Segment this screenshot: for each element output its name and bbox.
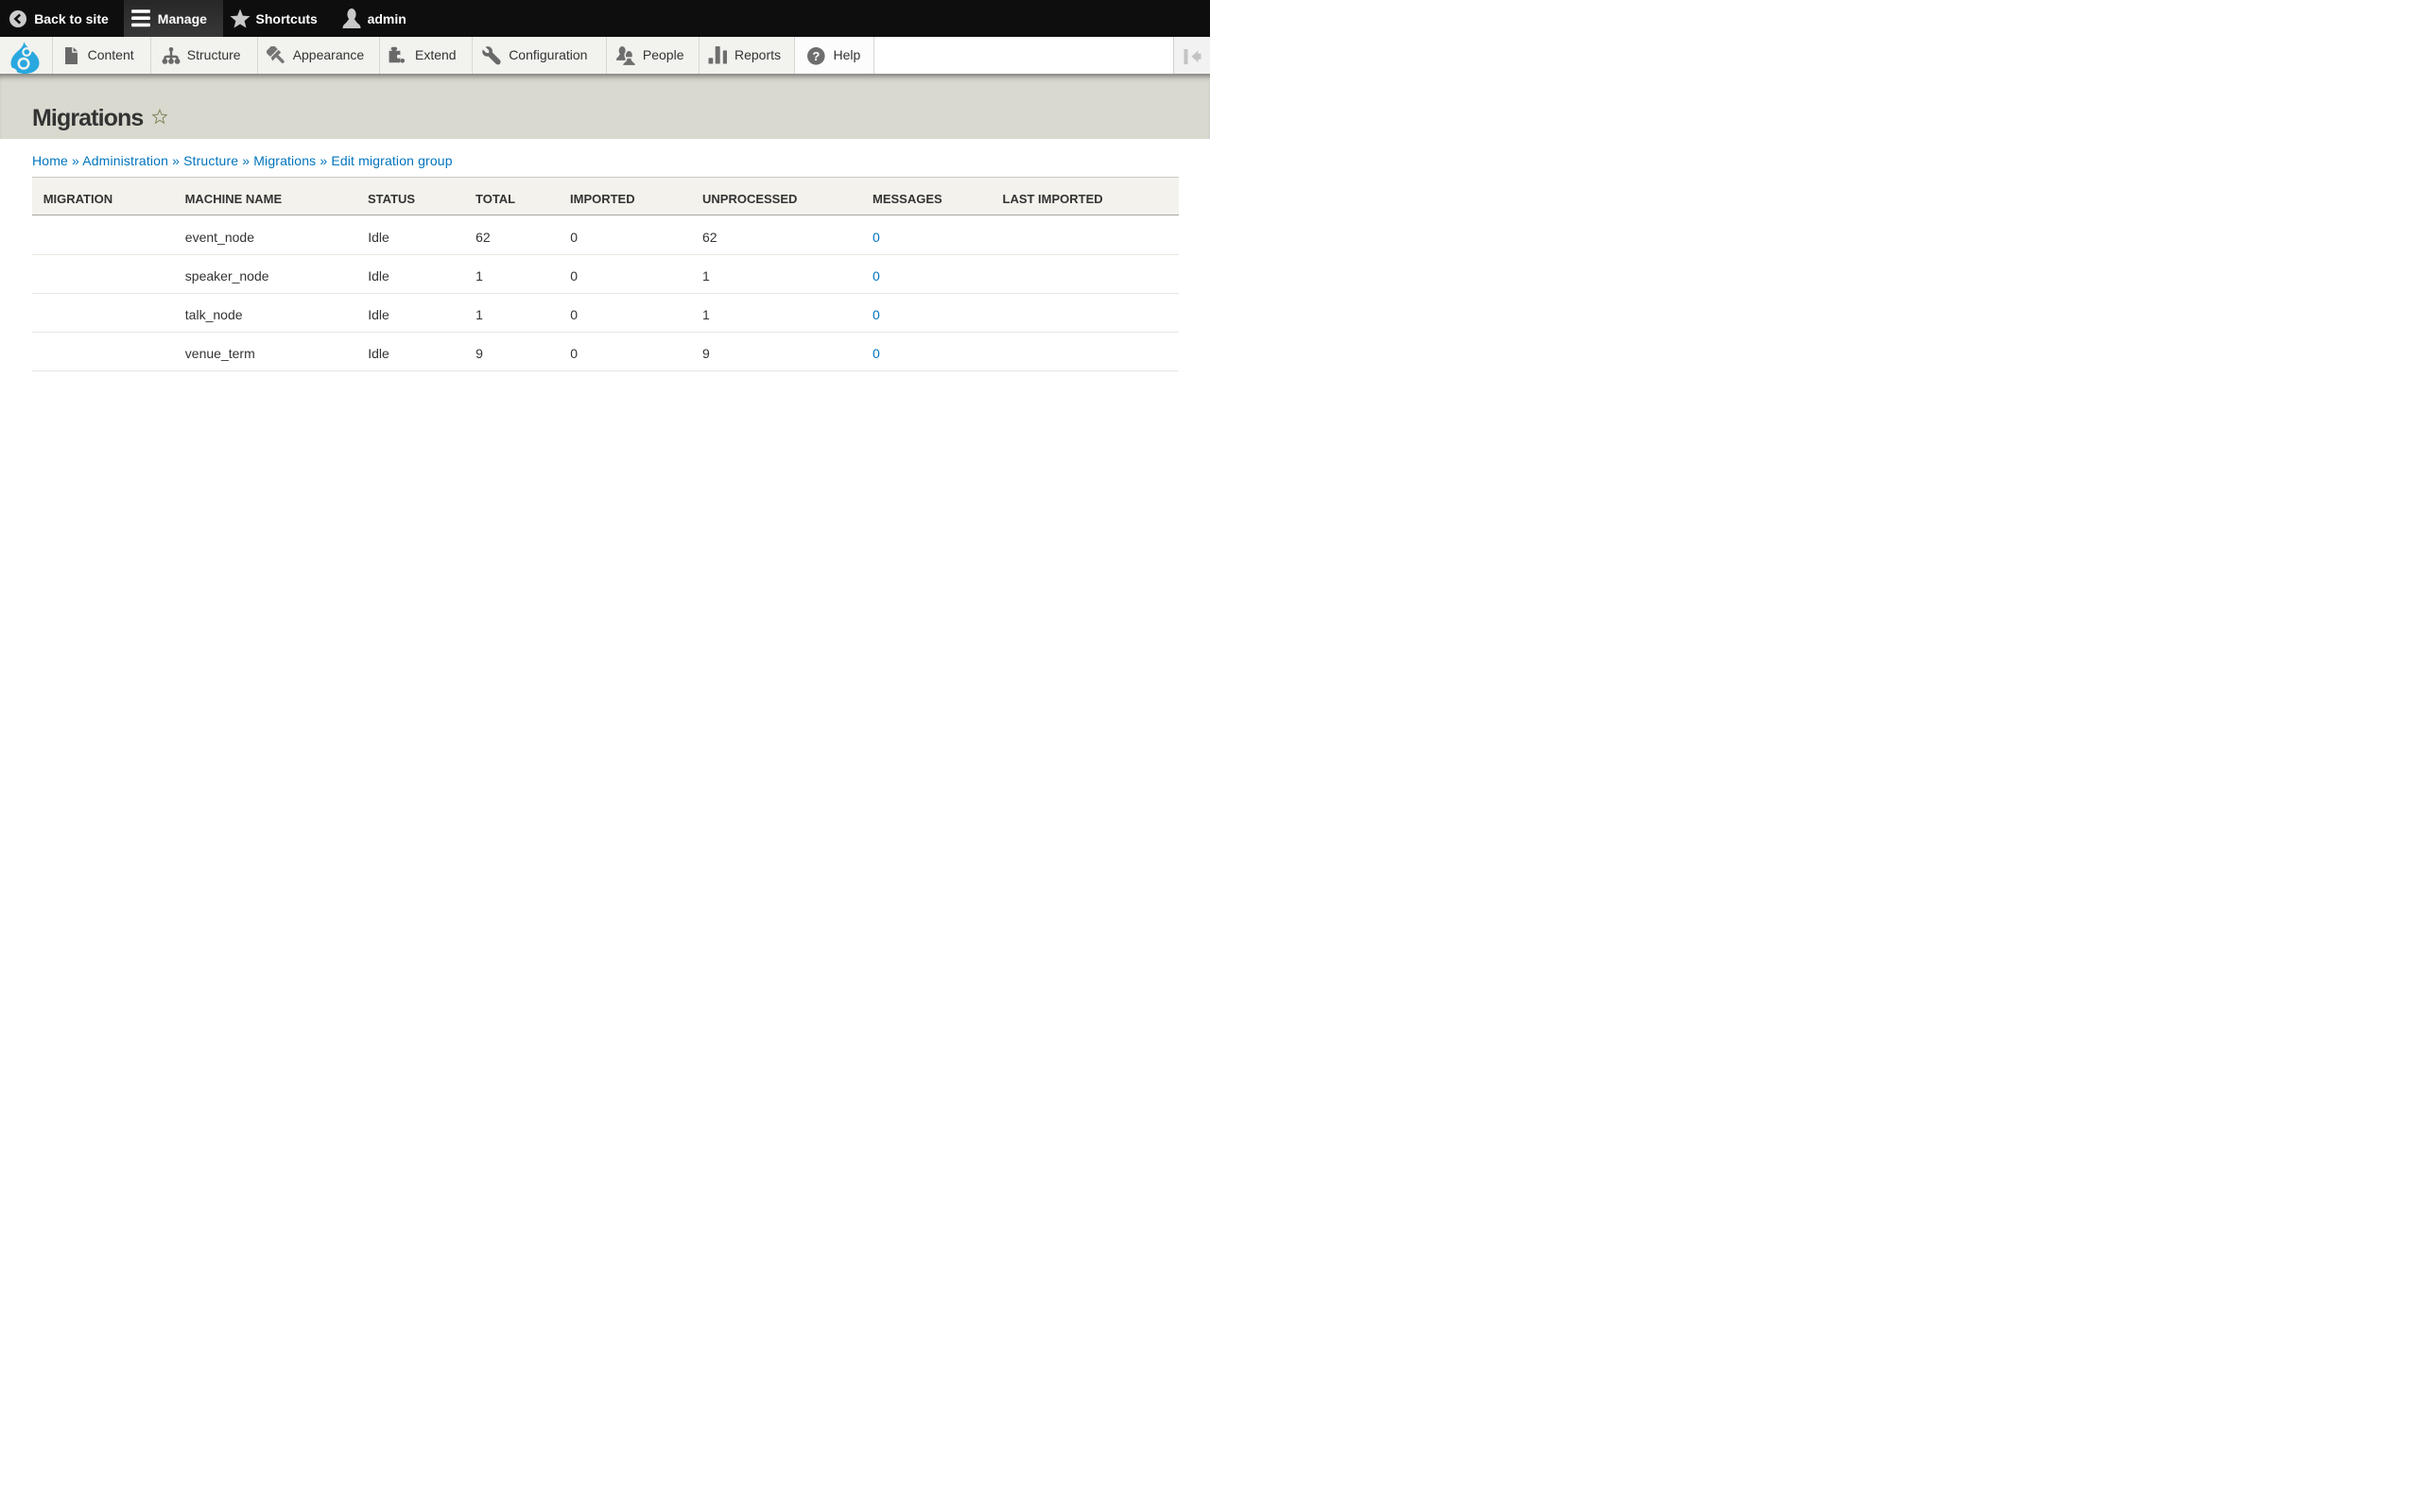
svg-text:?: ? [813,49,821,63]
